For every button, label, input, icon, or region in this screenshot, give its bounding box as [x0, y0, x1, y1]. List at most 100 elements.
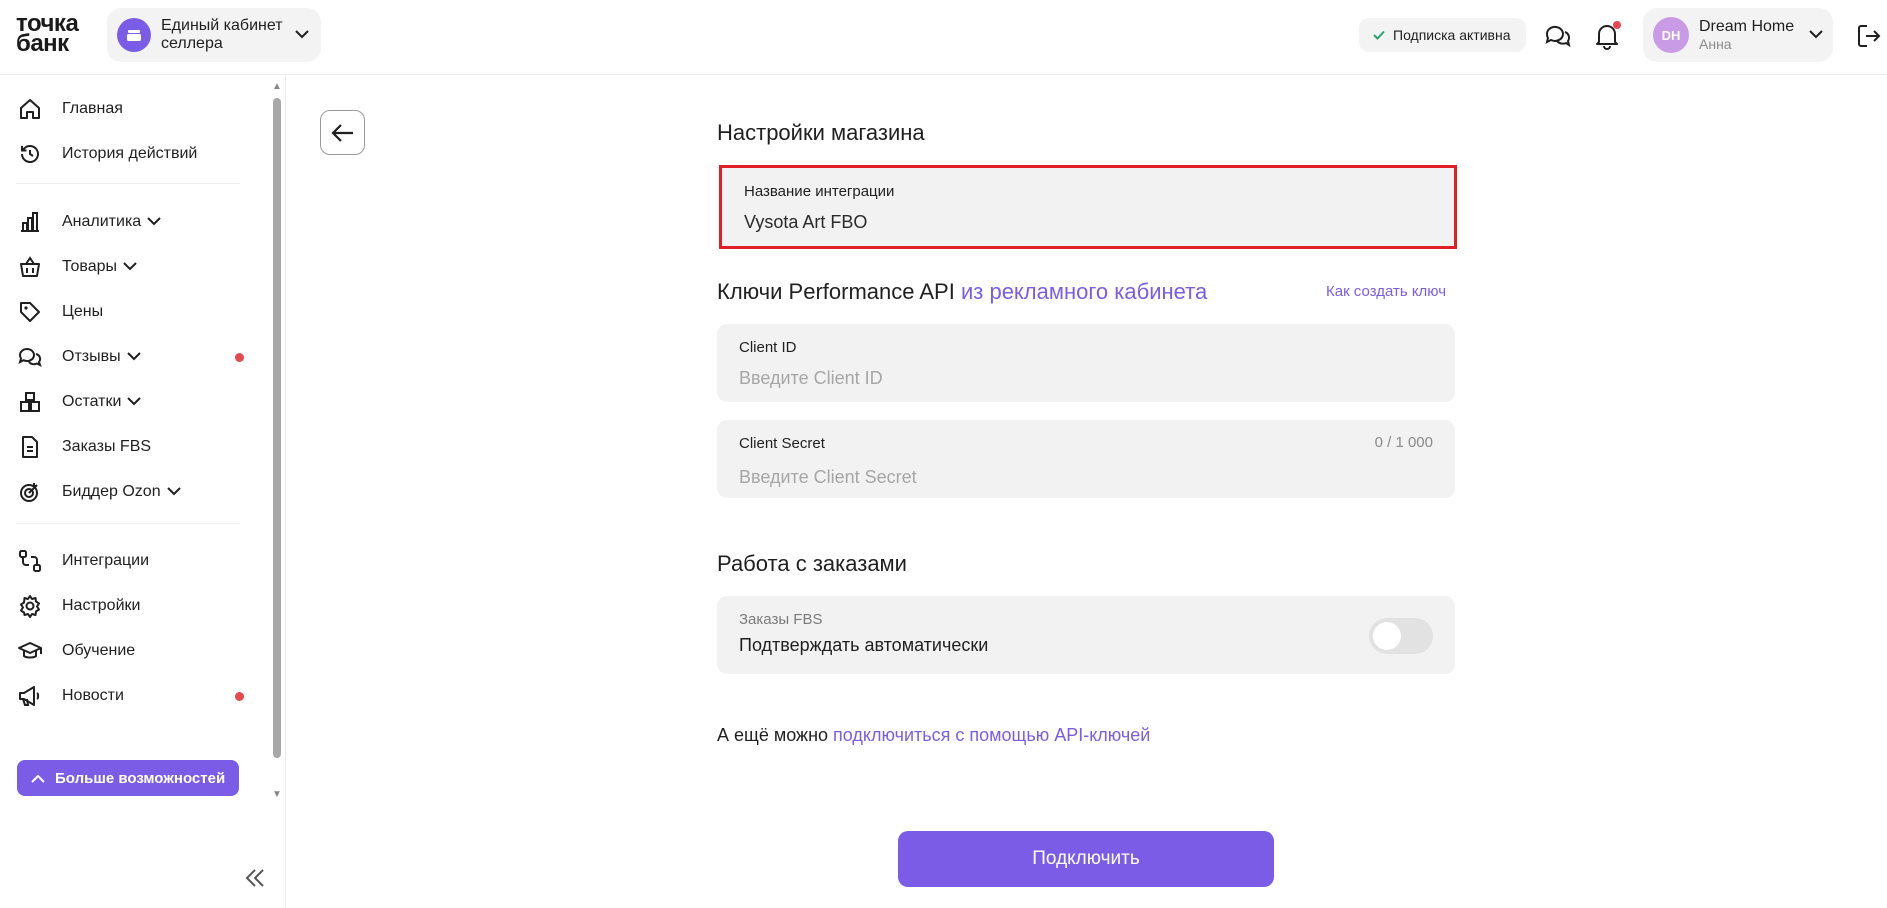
notification-dot: [1613, 21, 1621, 29]
client-id-label: Client ID: [739, 339, 797, 356]
scroll-down-arrow-icon[interactable]: ▼: [272, 790, 282, 800]
chevron-down-icon: [123, 258, 137, 276]
api-keys-title-text: Ключи Performance API: [717, 279, 955, 304]
sidebar-item-label: Товары: [62, 258, 118, 275]
sidebar-item-products[interactable]: Товары: [16, 251, 250, 283]
sidebar-item-label: Отзывы: [62, 348, 121, 365]
more-features-button[interactable]: Больше возможностей: [17, 760, 239, 796]
unread-dot: [235, 353, 244, 362]
client-id-field[interactable]: Client ID: [717, 324, 1455, 402]
top-header: точка банк Единый кабинет селлера Подпис…: [0, 0, 1887, 75]
integration-name-field[interactable]: Название интеграции Vysota Art FBO: [719, 165, 1457, 249]
unread-dot: [235, 692, 244, 701]
client-secret-field[interactable]: Client Secret 0 / 1 000: [717, 420, 1455, 498]
gear-icon: [16, 592, 44, 620]
sidebar-item-settings[interactable]: Настройки: [16, 590, 250, 622]
sidebar-item-history[interactable]: История действий: [16, 138, 250, 170]
basket-icon: [16, 253, 44, 281]
chevron-down-icon: [295, 26, 309, 44]
document-icon: [16, 433, 44, 461]
sidebar-item-prices[interactable]: Цены: [16, 296, 250, 328]
char-counter: 0 / 1 000: [1374, 434, 1433, 451]
cabinet-label: Единый кабинет селлера: [161, 17, 283, 52]
sidebar-divider: [16, 523, 240, 524]
sidebar-item-news[interactable]: Новости: [16, 680, 250, 712]
orders-sub-label: Заказы FBS: [739, 611, 823, 628]
sidebar-item-reviews[interactable]: Отзывы: [16, 341, 250, 373]
sidebar-item-integrations[interactable]: Интеграции: [16, 545, 250, 577]
integration-name-label: Название интеграции: [744, 183, 895, 200]
client-secret-input[interactable]: [739, 466, 1433, 488]
sidebar-item-learning[interactable]: Обучение: [16, 635, 250, 667]
scroll-up-arrow-icon[interactable]: ▲: [272, 82, 282, 92]
logo-line-2: банк: [16, 30, 69, 57]
sidebar-item-label: История действий: [62, 145, 198, 162]
auto-confirm-toggle[interactable]: [1369, 618, 1433, 654]
notifications-bell-icon[interactable]: [1591, 20, 1623, 52]
also-text: А ещё можно: [717, 725, 829, 745]
target-icon: [16, 478, 44, 506]
tag-icon: [16, 298, 44, 326]
logo[interactable]: точка банк: [16, 12, 79, 57]
sidebar-item-label: Интеграции: [62, 552, 150, 569]
sidebar-item-label: Остатки: [62, 393, 122, 410]
user-name: Dream Home: [1699, 18, 1795, 35]
collapse-sidebar-icon[interactable]: [240, 863, 270, 893]
api-key-connect-hint: А ещё можно подключиться с помощью API-к…: [717, 725, 1150, 746]
support-chat-icon[interactable]: [1541, 20, 1573, 52]
how-to-create-key-link[interactable]: Как создать ключ: [1326, 283, 1446, 300]
ad-cabinet-link[interactable]: из рекламного кабинета: [961, 279, 1207, 304]
megaphone-icon: [16, 682, 44, 710]
integration-name-value[interactable]: Vysota Art FBO: [744, 211, 1432, 233]
sidebar-item-label: Настройки: [62, 597, 141, 614]
avatar: DH: [1653, 17, 1689, 53]
boxes-icon: [16, 388, 44, 416]
cabinet-icon: [117, 18, 151, 52]
history-icon: [16, 140, 44, 168]
chevron-down-icon: [147, 213, 161, 231]
more-features-label: Больше возможностей: [55, 769, 226, 787]
sidebar-item-label: Главная: [62, 100, 123, 117]
connect-button[interactable]: Подключить: [898, 831, 1274, 887]
sidebar-item-label: Новости: [62, 687, 124, 704]
sidebar-item-label: Аналитика: [62, 213, 142, 230]
user-subname: Анна: [1699, 36, 1732, 52]
back-button[interactable]: [320, 110, 365, 155]
api-keys-title: Ключи Performance API из рекламного каби…: [717, 279, 1207, 305]
sidebar-item-label: Обучение: [62, 642, 136, 659]
chevron-down-icon: [166, 483, 181, 501]
sidebar: Главная История действий Аналитика Товар…: [0, 76, 286, 908]
sidebar-item-label: Заказы FBS: [62, 438, 152, 455]
check-icon: [1373, 30, 1385, 40]
chevron-down-icon: [127, 393, 142, 411]
sidebar-item-label: Биддер Ozon: [62, 483, 161, 500]
chevron-up-icon: [31, 774, 45, 783]
client-secret-label: Client Secret: [739, 435, 825, 452]
orders-title: Работа с заказами: [717, 551, 907, 576]
arrow-left-icon: [330, 123, 353, 142]
sidebar-item-bidder[interactable]: Биддер Ozon: [16, 476, 250, 508]
sidebar-item-label: Цены: [62, 303, 104, 320]
user-menu[interactable]: DH Dream Home Анна: [1643, 8, 1833, 62]
analytics-icon: [16, 208, 44, 236]
cabinet-switcher[interactable]: Единый кабинет селлера: [107, 8, 321, 62]
sidebar-item-fbs-orders[interactable]: Заказы FBS: [16, 431, 250, 463]
home-icon: [16, 95, 44, 123]
sidebar-item-stock[interactable]: Остатки: [16, 386, 250, 418]
connect-with-api-keys-link[interactable]: подключиться с помощью API-ключей: [833, 725, 1150, 745]
auto-confirm-orders-row: Заказы FBS Подтверждать автоматически: [717, 596, 1455, 674]
chevron-down-icon: [126, 348, 141, 366]
chat-icon: [16, 343, 44, 371]
integration-icon: [16, 547, 44, 575]
scroll-thumb[interactable]: [273, 98, 281, 758]
sidebar-item-home[interactable]: Главная: [16, 93, 250, 125]
sidebar-divider: [16, 183, 240, 184]
sidebar-item-analytics[interactable]: Аналитика: [16, 206, 250, 238]
toggle-knob: [1373, 622, 1401, 650]
store-settings-title: Настройки магазина: [717, 120, 925, 145]
logout-icon[interactable]: [1853, 20, 1885, 52]
client-id-input[interactable]: [739, 367, 1433, 389]
sidebar-scrollbar[interactable]: ▲ ▼: [270, 76, 284, 804]
subscription-badge: Подписка активна: [1359, 18, 1526, 52]
subscription-text: Подписка активна: [1393, 27, 1511, 43]
